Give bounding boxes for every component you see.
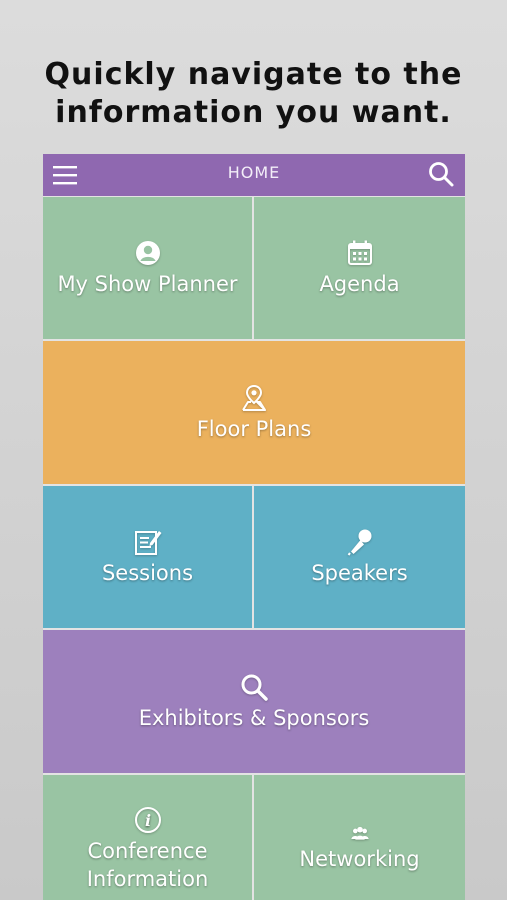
tile-agenda[interactable]: Agenda (254, 197, 465, 339)
tile-floor-plans[interactable]: Floor Plans (43, 341, 465, 484)
page-title: HOME (227, 163, 281, 182)
search-icon (241, 674, 268, 701)
tile-exhibitors-sponsors[interactable]: Exhibitors & Sponsors (43, 630, 465, 773)
tile-label-line-2: Information (86, 867, 209, 891)
tile-sessions[interactable]: Sessions (43, 486, 252, 628)
tile-label-line-1: Conference (87, 839, 208, 863)
search-button[interactable] (427, 160, 455, 188)
tile-label: Sessions (101, 561, 194, 585)
tile-label: Networking (299, 847, 420, 871)
user-icon (135, 241, 160, 265)
tile-networking[interactable]: Networking (254, 775, 465, 900)
calendar-icon (347, 240, 372, 265)
app-screen: HOME My Show Planner Agenda Floor Plans … (43, 154, 465, 900)
edit-note-icon (134, 531, 161, 555)
tile-conference-information[interactable]: i Conference Information (43, 775, 252, 900)
tile-label: Exhibitors & Sponsors (138, 705, 370, 730)
tile-label: Speakers (311, 561, 408, 585)
promo-line-1: Quickly navigate to the (44, 57, 463, 92)
map-pin-icon (242, 384, 266, 411)
promo-line-2: information you want. (55, 95, 452, 130)
tile-my-show-planner[interactable]: My Show Planner (43, 197, 252, 339)
top-navbar: HOME (43, 154, 465, 196)
info-icon: i (134, 807, 161, 833)
tile-label: Agenda (319, 272, 400, 296)
promo-headline: Quickly navigate to the information you … (0, 56, 507, 132)
people-group-icon (350, 826, 369, 840)
microphone-icon (347, 529, 371, 556)
search-icon (429, 162, 454, 187)
svg-text:i: i (144, 811, 150, 830)
tile-speakers[interactable]: Speakers (254, 486, 465, 628)
tile-label: My Show Planner (57, 272, 238, 296)
tile-label: Floor Plans (196, 416, 312, 441)
